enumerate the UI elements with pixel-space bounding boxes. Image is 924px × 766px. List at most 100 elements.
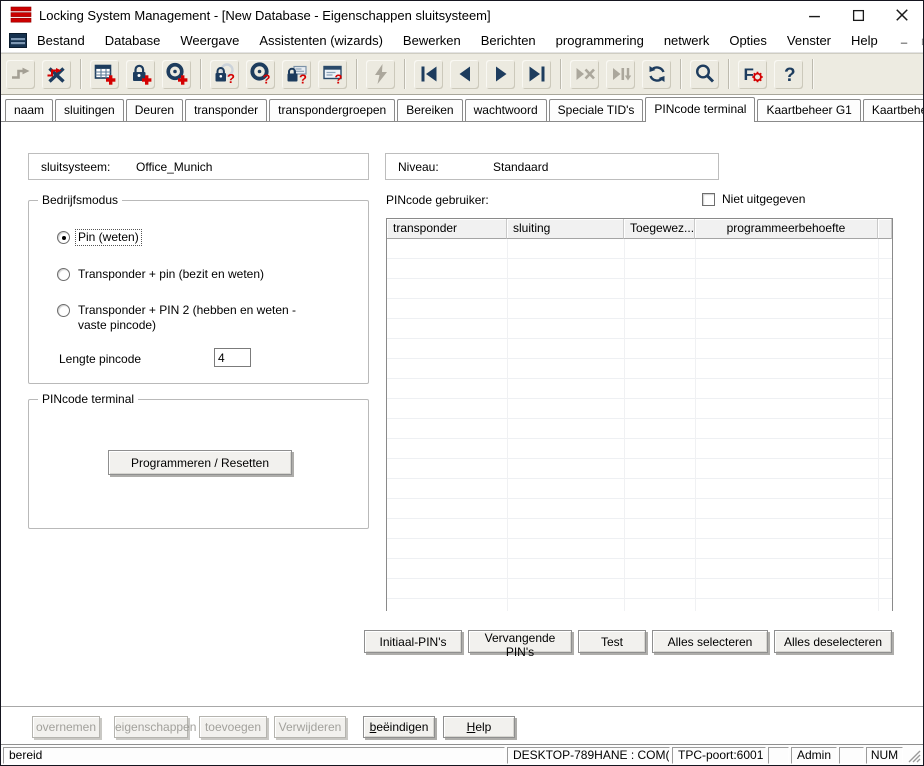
menu-weergave[interactable]: Weergave [180,31,239,50]
last-record-button[interactable] [522,60,551,89]
radio-button-icon[interactable] [57,231,70,244]
menu-assistenten[interactable]: Assistenten (wizards) [259,31,383,50]
next-record-button[interactable] [486,60,515,89]
first-record-button[interactable] [414,60,443,89]
pin-users-table: transponder sluiting Toegewez... program… [386,218,893,611]
tab-wachtwoord[interactable]: wachtwoord [465,99,547,121]
read-lock-button[interactable]: ? [210,60,239,89]
mdi-minimize-button[interactable] [898,35,911,47]
column-divider [507,239,508,611]
column-header-spacer [878,219,892,239]
program-lightning-icon [369,62,393,86]
tab-speciale-tids[interactable]: Speciale TID's [549,99,644,121]
radio-button-icon[interactable] [57,268,70,281]
menu-bestand[interactable]: Bestand [37,31,85,50]
read-device-button[interactable]: ? [318,60,347,89]
tab-strip: naam sluitingen Deuren transponder trans… [1,95,923,122]
not-issued-checkbox[interactable] [702,193,715,206]
goto-record-button[interactable] [606,60,635,89]
refresh-button[interactable] [642,60,671,89]
svg-text:?: ? [784,65,796,86]
menu-programmering[interactable]: programmering [556,31,644,50]
cancel-navigation-button[interactable] [570,60,599,89]
maximize-button[interactable] [851,8,865,22]
tab-kaartbeheer-g1[interactable]: Kaartbeheer G1 [757,99,860,121]
column-divider [624,239,625,611]
tab-transponder[interactable]: transponder [185,99,267,121]
tab-bereiken[interactable]: Bereiken [397,99,462,121]
new-lock-button[interactable] [126,60,155,89]
radio-transponder-pin2[interactable]: Transponder + PIN 2 (hebben en weten - v… [57,303,326,333]
radio-pin-weten-label: Pin (weten) [76,230,141,245]
pin-actions-row: Initiaal-PIN's Vervangende PIN's Test Al… [364,630,892,653]
menu-help[interactable]: Help [851,31,878,50]
disconnect-button[interactable] [42,60,71,89]
read-transponder-button[interactable]: ? [246,60,275,89]
search-button[interactable] [690,60,719,89]
mdi-restore-button[interactable] [920,35,924,47]
level-field: Niveau: Standaard [385,153,719,180]
radio-button-icon[interactable] [57,304,70,317]
resize-grip-icon[interactable] [905,747,921,763]
replacement-pins-button[interactable]: Vervangende PIN's [468,630,572,653]
previous-record-button[interactable] [450,60,479,89]
apply-button[interactable]: overnemen [32,716,100,738]
svg-text:?: ? [227,71,235,86]
radio-transponder-pin2-label: Transponder + PIN 2 (hebben en weten - v… [76,303,326,333]
tab-sluitingen[interactable]: sluitingen [55,99,124,121]
new-locking-system-button[interactable] [90,60,119,89]
toolbar-separator [200,59,201,89]
status-message: bereid [3,747,505,764]
menu-berichten[interactable]: Berichten [481,31,536,50]
search-icon [693,62,717,86]
tab-pincode-terminal[interactable]: PINcode terminal [645,97,755,122]
refresh-icon [645,62,669,86]
level-label: Niveau: [398,160,493,174]
menu-database[interactable]: Database [105,31,161,50]
help-button[interactable]: Help [443,716,515,738]
pin-users-table-body[interactable] [387,239,892,611]
radio-pin-weten[interactable]: Pin (weten) [57,230,141,245]
remove-button[interactable]: Verwijderen [274,716,346,738]
initial-pins-button[interactable]: Initiaal-PIN's [364,630,462,653]
toolbar-separator [680,59,681,89]
tab-transpondergroepen[interactable]: transpondergroepen [269,99,395,121]
pin-length-input[interactable] [214,348,251,367]
program-reset-button[interactable]: Programmeren / Resetten [108,450,292,475]
pincode-terminal-group: PINcode terminal Programmeren / Resetten [28,399,369,529]
deselect-all-button[interactable]: Alles deselecteren [774,630,892,653]
operating-mode-group-title: Bedrijfsmodus [38,193,122,207]
program-button[interactable] [366,60,395,89]
properties-button[interactable]: eigenschappen [114,716,188,738]
tab-deuren[interactable]: Deuren [126,99,183,121]
tab-kaartbeheer-g2[interactable]: Kaartbeheer G2 [863,99,924,121]
column-header-programmeerbehoefte[interactable]: programmeerbehoefte [695,219,878,239]
column-header-toegewezen[interactable]: Toegewez... [624,219,695,239]
column-header-transponder[interactable]: transponder [387,219,507,239]
help-icon: ? [777,62,801,86]
menu-netwerk[interactable]: netwerk [664,31,710,50]
menu-opties[interactable]: Opties [729,31,767,50]
next-record-icon [489,62,513,86]
close-button[interactable] [895,8,909,22]
menu-bewerken[interactable]: Bewerken [403,31,461,50]
finish-button[interactable]: beëindigen [363,716,435,738]
new-transponder-button[interactable] [162,60,191,89]
mdi-child-icon[interactable] [9,33,27,48]
minimize-button[interactable] [807,8,821,22]
column-header-sluiting[interactable]: sluiting [507,219,624,239]
test-button[interactable]: Test [578,630,646,653]
toolbar-separator [728,59,729,89]
tab-naam[interactable]: naam [5,99,53,121]
radio-transponder-pin[interactable]: Transponder + pin (bezit en weten) [57,267,266,282]
pin-users-label: PINcode gebruiker: [386,193,489,207]
add-button[interactable]: toevoegen [199,716,267,738]
read-card-lock-button[interactable]: ? [282,60,311,89]
select-all-button[interactable]: Alles selecteren [652,630,768,653]
filter-settings-button[interactable]: F [738,60,767,89]
window-title: Locking System Management - [New Databas… [39,8,491,23]
connect-button[interactable] [6,60,35,89]
help-toolbar-button[interactable]: ? [774,60,803,89]
menu-venster[interactable]: Venster [787,31,831,50]
not-issued-option[interactable]: Niet uitgegeven [702,192,805,206]
